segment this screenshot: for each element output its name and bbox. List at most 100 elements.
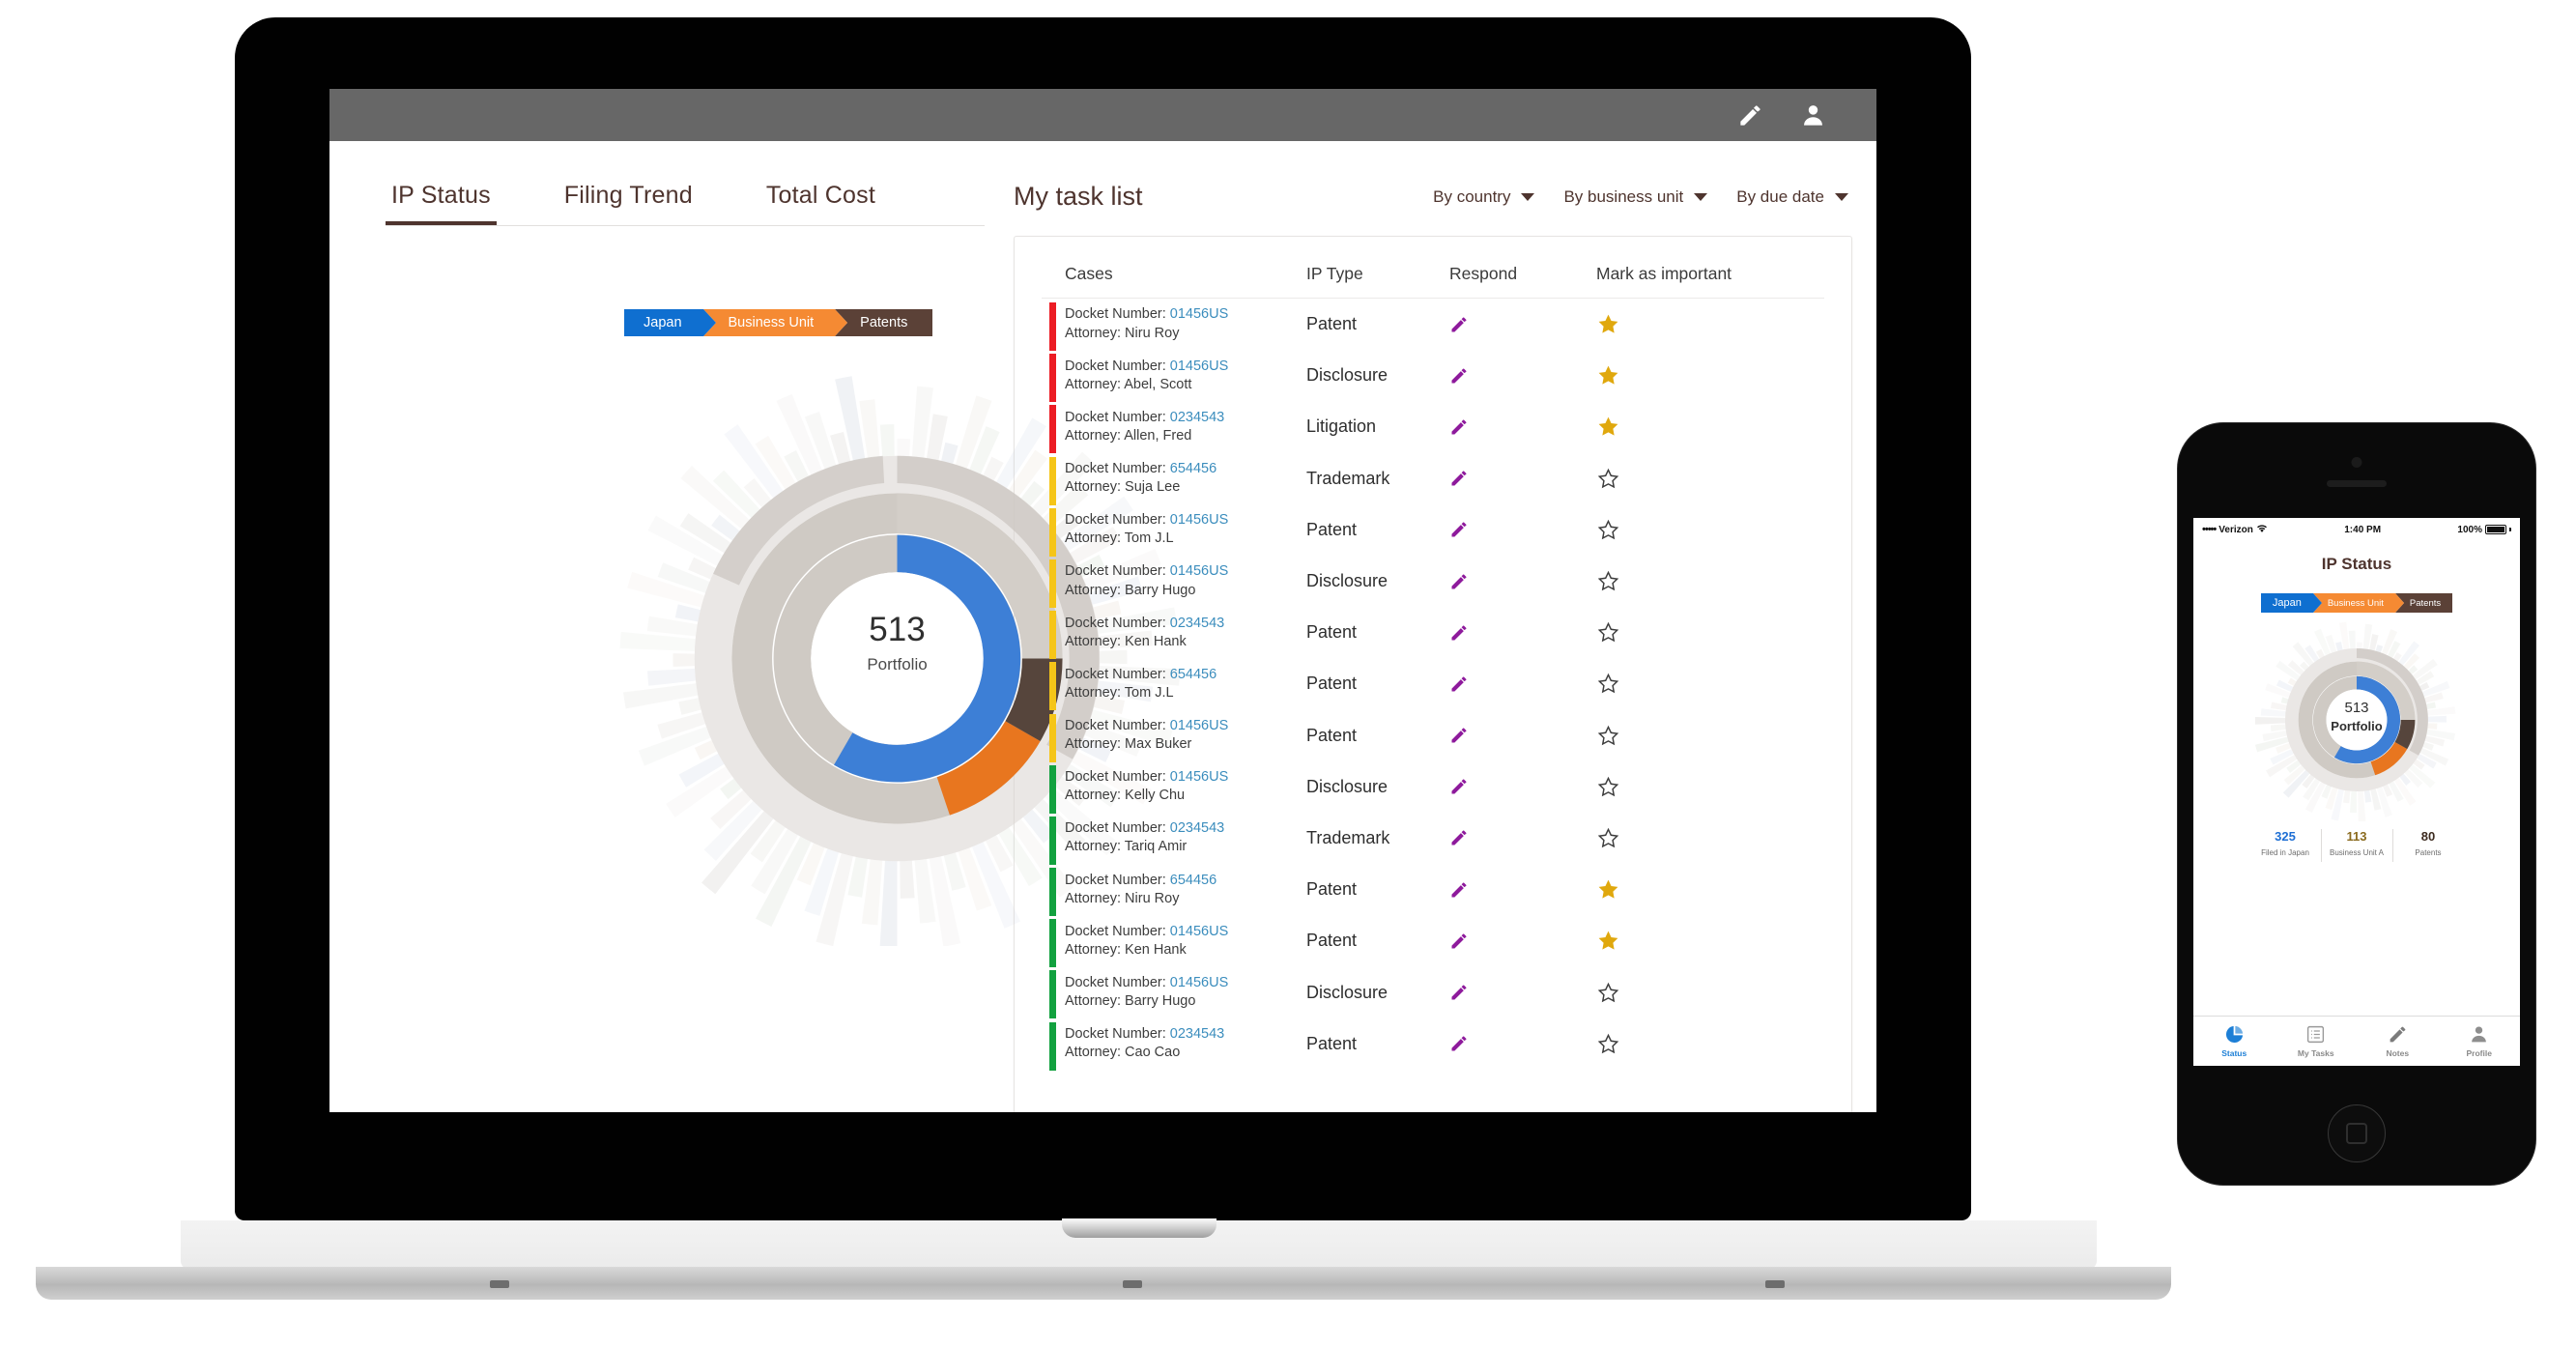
respond-pencil-icon[interactable]: [1449, 828, 1469, 847]
respond-pencil-icon[interactable]: [1449, 726, 1469, 745]
star-filled-icon[interactable]: [1596, 415, 1620, 439]
star-outline-icon[interactable]: [1596, 569, 1620, 593]
respond-pencil-icon[interactable]: [1449, 469, 1469, 488]
table-row[interactable]: Docket Number: 01456US Attorney: Barry Hu…: [1015, 556, 1851, 608]
filter-by-business-unit[interactable]: By business unit: [1563, 187, 1708, 207]
star-outline-icon[interactable]: [1596, 1032, 1620, 1056]
table-row[interactable]: Docket Number: 01456US Attorney: Abel, Sc…: [1015, 350, 1851, 403]
ip-type-cell: Patent: [1306, 519, 1358, 539]
ip-type-cell: Patent: [1306, 622, 1358, 643]
respond-pencil-icon[interactable]: [1449, 931, 1469, 951]
respond-pencil-icon[interactable]: [1449, 983, 1469, 1002]
star-filled-icon[interactable]: [1596, 312, 1620, 336]
star-filled-icon[interactable]: [1596, 929, 1620, 953]
respond-pencil-icon[interactable]: [1449, 777, 1469, 796]
user-icon[interactable]: [1800, 102, 1826, 129]
table-row[interactable]: Docket Number: 01456US Attorney: Barry Hu…: [1015, 966, 1851, 1019]
breadcrumb-item-patents[interactable]: Patents: [835, 309, 933, 336]
wifi-icon: [2256, 524, 2268, 536]
priority-indicator: [1049, 302, 1056, 351]
case-cell: Docket Number: 0234543 Attorney: Allen, F…: [1065, 409, 1306, 445]
table-row[interactable]: Docket Number: 0234543 Attorney: Tariq Am…: [1015, 813, 1851, 865]
attorney-name: Attorney: Tariq Amir: [1065, 839, 1188, 855]
table-row[interactable]: Docket Number: 01456US Attorney: Tom J.L P…: [1015, 504, 1851, 557]
table-row[interactable]: Docket Number: 01456US Attorney: Kelly Ch…: [1015, 761, 1851, 814]
star-outline-icon[interactable]: [1596, 981, 1620, 1005]
star-outline-icon[interactable]: [1596, 672, 1620, 696]
phone-nav-label: Notes: [2386, 1048, 2410, 1058]
ip-status-panel: IP Status Filing Trend Total Cost Japan …: [329, 141, 1181, 1112]
star-filled-icon[interactable]: [1596, 877, 1620, 902]
table-row[interactable]: Docket Number: 01456US Attorney: Ken Hank…: [1015, 915, 1851, 968]
attorney-name: Attorney: Allen, Fred: [1065, 427, 1192, 444]
table-header-row: Cases IP Type Respond Mark as important: [1042, 237, 1824, 299]
app-body: IP Status Filing Trend Total Cost Japan …: [329, 141, 1876, 1112]
list-icon: [2305, 1024, 2326, 1045]
table-row[interactable]: Docket Number: 654456 Attorney: Suja Lee T…: [1015, 453, 1851, 505]
mark-important-cell: [1596, 569, 1789, 593]
respond-pencil-icon[interactable]: [1449, 1034, 1469, 1053]
star-outline-icon[interactable]: [1596, 620, 1620, 645]
respond-pencil-icon[interactable]: [1449, 674, 1469, 694]
respond-pencil-icon[interactable]: [1449, 520, 1469, 539]
mark-important-cell: [1596, 877, 1789, 902]
table-row[interactable]: Docket Number: 0234543 Attorney: Allen, F…: [1015, 401, 1851, 454]
case-cell: Docket Number: 01456US Attorney: Abel, Sc…: [1065, 358, 1306, 394]
tab-ip-status[interactable]: IP Status: [386, 182, 497, 225]
table-row[interactable]: Docket Number: 01456US Attorney: Niru Roy…: [1015, 299, 1851, 351]
priority-indicator: [1049, 559, 1056, 608]
docket-number-link: 01456US: [1169, 358, 1229, 374]
star-outline-icon[interactable]: [1596, 724, 1620, 748]
respond-pencil-icon[interactable]: [1449, 880, 1469, 900]
table-row[interactable]: Docket Number: 0234543 Attorney: Ken Hank…: [1015, 607, 1851, 660]
pencil-icon[interactable]: [1737, 102, 1763, 129]
star-outline-icon[interactable]: [1596, 775, 1620, 799]
table-row[interactable]: Docket Number: 654456 Attorney: Tom J.L Pa…: [1015, 658, 1851, 711]
phone-breadcrumb-item-japan[interactable]: Japan: [2260, 593, 2322, 613]
attorney-name: Attorney: Kelly Chu: [1065, 788, 1186, 804]
docket-number-link: 01456US: [1169, 512, 1229, 529]
phone-nav-item-status[interactable]: Status: [2193, 1017, 2275, 1066]
breadcrumb-item-business-unit[interactable]: Business Unit: [702, 309, 847, 336]
star-outline-icon[interactable]: [1596, 518, 1620, 542]
respond-pencil-icon[interactable]: [1449, 572, 1469, 591]
table-row[interactable]: Docket Number: 0234543 Attorney: Cao Cao P…: [1015, 1018, 1851, 1071]
case-cell: Docket Number: 01456US Attorney: Niru Roy: [1065, 305, 1306, 342]
tab-filing-trend[interactable]: Filing Trend: [558, 182, 699, 225]
phone-nav-item-notes[interactable]: Notes: [2357, 1017, 2439, 1066]
respond-pencil-icon[interactable]: [1449, 623, 1469, 643]
phone-page-title: IP Status: [2321, 555, 2392, 573]
phone-home-button[interactable]: [2328, 1104, 2386, 1162]
filter-by-due-date[interactable]: By due date: [1736, 187, 1848, 207]
filter-by-country[interactable]: By country: [1433, 186, 1535, 207]
respond-pencil-icon[interactable]: [1449, 417, 1469, 437]
stat-value: 325: [596, 1111, 797, 1112]
breadcrumb-item-japan[interactable]: Japan: [624, 309, 715, 336]
summary-stats: 325 Filed in Japan 113 Business Unit A 8…: [596, 1111, 1199, 1112]
phone-nav-item-my-tasks[interactable]: My Tasks: [2275, 1017, 2358, 1066]
main-tabs: IP Status Filing Trend Total Cost: [386, 182, 985, 226]
respond-pencil-icon[interactable]: [1449, 366, 1469, 386]
respond-cell: [1449, 366, 1596, 386]
attorney-name: Attorney: Abel, Scott: [1065, 376, 1192, 392]
phone-summary-stats: 325 Filed in Japan 113 Business Unit A 8…: [2193, 827, 2520, 862]
carrier-status: ••••• Verizon: [2202, 524, 2268, 536]
phone-device: ••••• Verizon 1:40 PM 100% IP Status Jap…: [2177, 422, 2536, 1186]
filter-label: By country: [1433, 186, 1511, 206]
phone-breadcrumb-item-business-unit[interactable]: Business Unit: [2312, 593, 2405, 613]
table-row[interactable]: Docket Number: 01456US Attorney: Max Buke…: [1015, 710, 1851, 762]
respond-pencil-icon[interactable]: [1449, 315, 1469, 334]
docket-number: Docket Number: 0234543: [1065, 409, 1225, 425]
table-row[interactable]: Docket Number: 654456 Attorney: Niru Roy P…: [1015, 864, 1851, 917]
case-cell: Docket Number: 0234543 Attorney: Cao Cao: [1065, 1025, 1306, 1062]
star-outline-icon[interactable]: [1596, 826, 1620, 850]
ip-type-cell: Patent: [1306, 931, 1358, 951]
phone-nav-item-profile[interactable]: Profile: [2439, 1017, 2521, 1066]
screenshot-stage: IP Status Filing Trend Total Cost Japan …: [0, 0, 2576, 1347]
star-filled-icon[interactable]: [1596, 363, 1620, 387]
star-outline-icon[interactable]: [1596, 467, 1620, 491]
tab-total-cost[interactable]: Total Cost: [760, 182, 881, 225]
laptop-foot: [1123, 1280, 1142, 1288]
phone-sunburst-chart[interactable]: 513 Portfolio: [2255, 618, 2458, 821]
battery-status: 100%: [2457, 525, 2511, 535]
